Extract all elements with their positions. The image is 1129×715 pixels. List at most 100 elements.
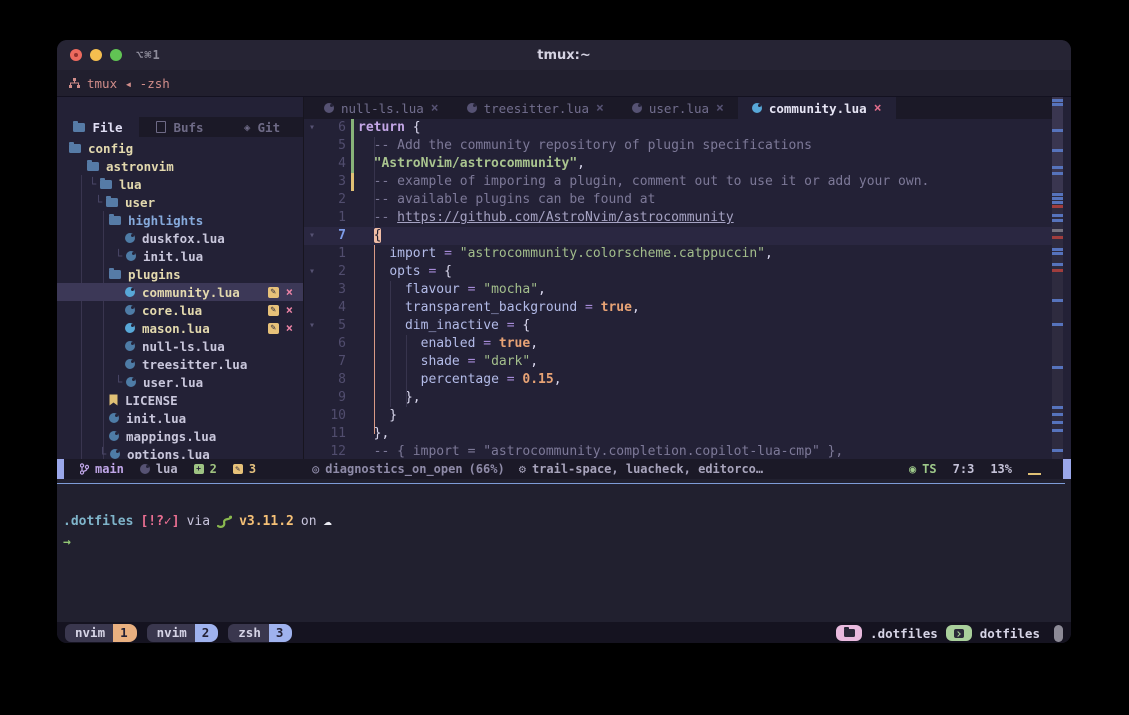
buffer-tab[interactable]: community.lua×	[738, 97, 896, 119]
scroll-indicator	[1028, 473, 1041, 475]
code-line[interactable]: 9 },	[304, 389, 1052, 407]
tree-item-user-lua[interactable]: └user.lua	[57, 373, 303, 391]
code-text: -- { import = "astrocommunity.completion…	[358, 443, 1052, 459]
code-line[interactable]: 12 -- { import = "astrocommunity.complet…	[304, 443, 1052, 459]
nvim-pane: File Bufs ◈ Git configastronvim└lua└user…	[57, 97, 1071, 459]
scrollbar-mark	[1052, 229, 1063, 232]
code-line[interactable]: ▾7 {	[304, 227, 1052, 245]
close-icon[interactable]: ×	[874, 101, 882, 116]
tree-item-init-lua[interactable]: init.lua	[57, 409, 303, 427]
status-knob	[1054, 625, 1063, 642]
tree-connector: └	[95, 195, 106, 209]
minimize-button[interactable]	[90, 49, 102, 61]
git-added-segment[interactable]: + 2	[194, 462, 217, 476]
tree-item-null-ls-lua[interactable]: null-ls.lua	[57, 337, 303, 355]
tree-item-astronvim[interactable]: astronvim	[57, 157, 303, 175]
code-line[interactable]: ▾2 opts = {	[304, 263, 1052, 281]
token-op: =	[577, 300, 600, 315]
tree-item-user[interactable]: └user	[57, 193, 303, 211]
code-line[interactable]: ▾5 dim_inactive = {	[304, 317, 1052, 335]
folder-icon	[109, 270, 121, 279]
titlebar[interactable]: ⌥⌘1 tmux:~	[57, 40, 1071, 70]
tmux-tab-bar[interactable]: tmux ◂ -zsh	[57, 70, 1071, 97]
tree-item-highlights[interactable]: highlights	[57, 211, 303, 229]
code-line[interactable]: 11 },	[304, 425, 1052, 443]
scrollbar-mark	[1052, 421, 1063, 424]
code-line[interactable]: 2 -- available plugins can be found at	[304, 191, 1052, 209]
tree-item-mason-lua[interactable]: mason.lua✎×	[57, 319, 303, 337]
diagnostics-segment[interactable]: ◎ diagnostics_on_open (66%)	[312, 462, 505, 476]
code-line[interactable]: 3 -- example of imporing a plugin, comme…	[304, 173, 1052, 191]
code-line[interactable]: 4 "AstroNvim/astrocommunity",	[304, 155, 1052, 173]
tree-item-core-lua[interactable]: core.lua✎×	[57, 301, 303, 319]
code-line[interactable]: 5 -- Add the community repository of plu…	[304, 137, 1052, 155]
tree-item-options-lua[interactable]: └options.lua	[57, 445, 303, 459]
code-line[interactable]: 4 transparent_background = true,	[304, 299, 1052, 317]
line-number: 7	[320, 227, 346, 245]
desktop: ⌥⌘1 tmux:~ tmux ◂ -zsh File	[0, 0, 1129, 715]
tmux-window-1[interactable]: nvim1	[65, 624, 137, 642]
code-line[interactable]: 6 enabled = true,	[304, 335, 1052, 353]
scrollbar[interactable]	[1052, 97, 1063, 459]
tree-item-LICENSE[interactable]: LICENSE	[57, 391, 303, 409]
tree-item-lua[interactable]: └lua	[57, 175, 303, 193]
tree-connector: └	[115, 249, 126, 263]
shell-pane[interactable]: .dotfiles [!?✓] via v3.11.2 on ☁ →	[57, 479, 1071, 622]
code-line[interactable]: 1 -- https://github.com/AstroNvim/astroc…	[304, 209, 1052, 227]
tree-item-label: init.lua	[143, 249, 203, 264]
window-title: tmux:~	[57, 48, 1071, 63]
sidebar-tab-bufs[interactable]: Bufs	[139, 117, 221, 137]
fold-icon: ▾	[304, 263, 320, 281]
tmux-window-2[interactable]: nvim2	[147, 624, 219, 642]
close-icon[interactable]: ×	[716, 101, 724, 116]
terminal-icon	[954, 629, 964, 638]
fold-column	[304, 335, 320, 353]
tree-item-treesitter-lua[interactable]: treesitter.lua	[57, 355, 303, 373]
git-sign-column	[346, 443, 358, 459]
git-sign-column	[346, 191, 358, 209]
code-line[interactable]: 10 }	[304, 407, 1052, 425]
close-button[interactable]	[70, 49, 82, 61]
lsp-icon: ⚙	[519, 462, 526, 476]
code-line[interactable]: ▾6return {	[304, 119, 1052, 137]
sidebar-tab-git[interactable]: ◈ Git	[221, 117, 303, 137]
code-line[interactable]: 7 shade = "dark",	[304, 353, 1052, 371]
code-text: "AstroNvim/astrocommunity",	[358, 155, 1052, 173]
tree-item-community-lua[interactable]: community.lua✎×	[57, 283, 303, 301]
token-fg: ,	[538, 282, 546, 297]
traffic-lights	[70, 49, 122, 61]
token-bool: true	[499, 336, 530, 351]
tree-item-init-lua[interactable]: └ init.lua	[57, 247, 303, 265]
zoom-button[interactable]	[110, 49, 122, 61]
close-icon[interactable]: ×	[431, 101, 439, 116]
treesitter-icon: ◉	[909, 462, 916, 476]
git-branch-segment[interactable]: main	[80, 462, 124, 476]
buffer-tab[interactable]: null-ls.lua×	[310, 97, 453, 119]
buffer-tab-label: user.lua	[649, 101, 709, 116]
code-text: shade = "dark",	[358, 353, 1052, 371]
tree-item-duskfox-lua[interactable]: duskfox.lua	[57, 229, 303, 247]
close-icon[interactable]: ×	[596, 101, 604, 116]
line-number: 9	[320, 389, 346, 407]
fold-column	[304, 191, 320, 209]
code-text: import = "astrocommunity.colorscheme.cat…	[358, 245, 1052, 263]
code-line[interactable]: 1 import = "astrocommunity.colorscheme.c…	[304, 245, 1052, 263]
buffer-tab[interactable]: user.lua ×	[618, 97, 738, 119]
sidebar-tab-file[interactable]: File	[57, 117, 139, 137]
git-changed-segment[interactable]: ✎ 3	[233, 462, 256, 476]
lsp-segment[interactable]: ⚙ trail-space, luacheck, editorco…	[519, 462, 763, 476]
filetype-segment: lua	[140, 462, 178, 476]
scrollbar-thumb[interactable]	[1052, 97, 1063, 192]
tree-item-mappings-lua[interactable]: mappings.lua	[57, 427, 303, 445]
buffer-tab[interactable]: treesitter.lua×	[453, 97, 618, 119]
token-com: -- example of imporing a plugin, comment…	[358, 174, 929, 189]
code-line[interactable]: 3 flavour = "mocha",	[304, 281, 1052, 299]
terminal-icon-pill	[946, 625, 972, 641]
tmux-window-3[interactable]: zsh3	[228, 624, 292, 642]
editor[interactable]: ▾6return {5 -- Add the community reposit…	[304, 119, 1052, 459]
tree-item-plugins[interactable]: plugins	[57, 265, 303, 283]
line-number: 2	[320, 191, 346, 209]
tree-item-config[interactable]: config	[57, 139, 303, 157]
scrollbar-mark	[1052, 263, 1063, 266]
code-line[interactable]: 8 percentage = 0.15,	[304, 371, 1052, 389]
